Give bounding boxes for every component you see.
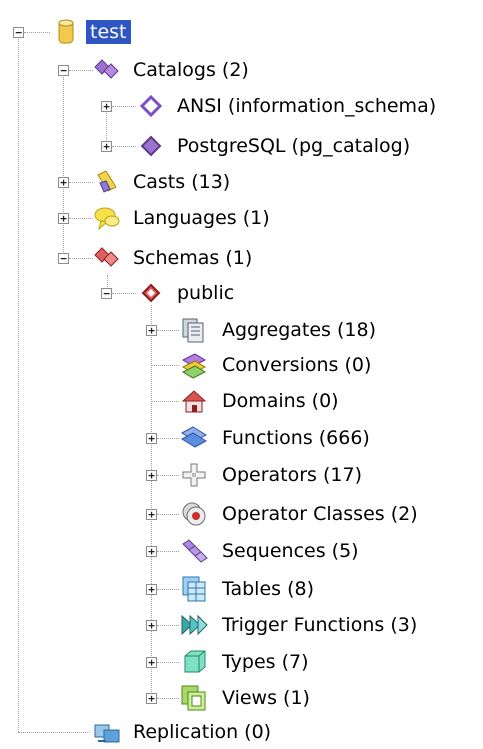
views-icon <box>179 683 209 713</box>
expand-toggle[interactable]: + <box>146 433 157 444</box>
tree-line <box>157 589 179 590</box>
tree-line <box>24 32 50 33</box>
replication-icon <box>92 717 122 747</box>
catalog-icon <box>136 131 166 161</box>
tree-line <box>157 438 179 439</box>
expand-toggle[interactable]: + <box>146 546 157 557</box>
tree-node-languages[interactable]: Languages (1) <box>133 206 270 230</box>
tree-line <box>157 551 179 552</box>
conversions-icon <box>179 350 209 380</box>
tree-node-conversions[interactable]: Conversions (0) <box>222 353 371 377</box>
trigger-functions-icon <box>179 610 209 640</box>
tree-node-operators[interactable]: Operators (17) <box>222 463 362 487</box>
tree-node-schemas[interactable]: Schemas (1) <box>133 246 252 270</box>
domains-icon <box>179 386 209 416</box>
types-icon <box>179 647 209 677</box>
object-browser-tree: − test − Catalogs (2) + ANSI (informatio… <box>0 0 483 749</box>
tree-line <box>112 106 136 107</box>
tree-node-operator-classes[interactable]: Operator Classes (2) <box>222 502 418 526</box>
tree-line <box>112 146 136 147</box>
tree-line <box>18 732 90 733</box>
sequences-icon <box>179 536 209 566</box>
tree-node-functions[interactable]: Functions (666) <box>222 426 370 450</box>
tree-node-replication[interactable]: Replication (0) <box>133 720 271 744</box>
tables-icon <box>179 574 209 604</box>
tree-node-types[interactable]: Types (7) <box>222 650 309 674</box>
tree-line <box>69 182 93 183</box>
casts-icon <box>92 167 122 197</box>
tree-line <box>69 218 93 219</box>
operators-icon <box>179 460 209 490</box>
expand-toggle[interactable]: + <box>146 470 157 481</box>
collapse-toggle[interactable]: − <box>58 253 69 264</box>
languages-icon <box>92 203 122 233</box>
tree-node-catalogs[interactable]: Catalogs (2) <box>133 58 249 82</box>
database-icon <box>50 16 80 46</box>
tree-node-views[interactable]: Views (1) <box>222 686 310 710</box>
tree-node-public[interactable]: public <box>177 281 234 305</box>
collapse-toggle[interactable]: − <box>13 27 24 38</box>
tree-line <box>151 365 179 366</box>
aggregates-icon <box>179 315 209 345</box>
functions-icon <box>179 423 209 453</box>
tree-line <box>157 698 179 699</box>
expand-toggle[interactable]: + <box>146 325 157 336</box>
tree-line <box>63 75 64 258</box>
tree-line <box>112 293 136 294</box>
expand-toggle[interactable]: + <box>101 101 112 112</box>
tree-line <box>69 258 93 259</box>
operator-classes-icon <box>179 499 209 529</box>
tree-node-tables[interactable]: Tables (8) <box>222 577 314 601</box>
collapse-toggle[interactable]: − <box>101 288 112 299</box>
tree-line <box>157 475 179 476</box>
schema-icon <box>136 278 166 308</box>
tree-node-aggregates[interactable]: Aggregates (18) <box>222 318 376 342</box>
tree-node-domains[interactable]: Domains (0) <box>222 389 339 413</box>
expand-toggle[interactable]: + <box>146 657 157 668</box>
schemas-icon <box>92 243 122 273</box>
expand-toggle[interactable]: + <box>146 693 157 704</box>
expand-toggle[interactable]: + <box>101 141 112 152</box>
tree-line <box>69 70 93 71</box>
tree-node-casts[interactable]: Casts (13) <box>133 170 230 194</box>
tree-line <box>157 662 179 663</box>
expand-toggle[interactable]: + <box>58 177 69 188</box>
tree-node-catalog-ansi[interactable]: ANSI (information_schema) <box>177 94 436 118</box>
tree-line <box>18 32 19 732</box>
tree-line <box>151 401 179 402</box>
tree-line <box>151 305 152 698</box>
tree-node-root[interactable]: test <box>86 20 131 44</box>
catalog-icon <box>136 91 166 121</box>
tree-node-sequences[interactable]: Sequences (5) <box>222 539 359 563</box>
tree-line <box>157 514 179 515</box>
tree-node-catalog-postgresql[interactable]: PostgreSQL (pg_catalog) <box>177 134 410 158</box>
expand-toggle[interactable]: + <box>58 213 69 224</box>
expand-toggle[interactable]: + <box>146 620 157 631</box>
tree-line <box>157 625 179 626</box>
catalogs-icon <box>92 55 122 85</box>
collapse-toggle[interactable]: − <box>58 65 69 76</box>
tree-line <box>157 330 179 331</box>
expand-toggle[interactable]: + <box>146 509 157 520</box>
expand-toggle[interactable]: + <box>146 584 157 595</box>
tree-node-trigger-functions[interactable]: Trigger Functions (3) <box>222 613 417 637</box>
